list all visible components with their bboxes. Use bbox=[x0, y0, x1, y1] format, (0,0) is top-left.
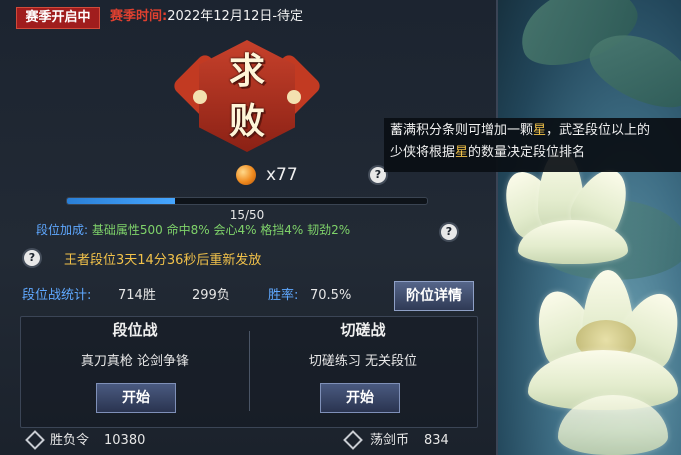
rank-bonus: 段位加成: 基础属性500 命中8% 会心4% 格挡4% 韧劲2% bbox=[36, 221, 350, 239]
sword-coin-icon bbox=[343, 430, 363, 450]
rank-emblem: 求 败 bbox=[171, 32, 323, 160]
victory-token-label: 胜负令 bbox=[50, 433, 90, 448]
season-time-label: 赛季时间: bbox=[110, 9, 168, 24]
tooltip-line-1: 蓄满积分条则可增加一颗星，武圣段位以上的 bbox=[390, 120, 675, 142]
rank-progress-bar bbox=[66, 197, 428, 205]
emblem-char-bottom: 败 bbox=[228, 100, 265, 142]
tooltip-line-1-a: 蓄满积分条则可增加一颗 bbox=[390, 123, 534, 138]
sparring-mode-desc: 切磋练习 无关段位 bbox=[308, 354, 418, 369]
winrate-label: 胜率: bbox=[268, 288, 299, 303]
emblem-char-top: 求 bbox=[228, 50, 265, 92]
season-time: 赛季时间:2022年12月12日-待定 bbox=[110, 7, 303, 27]
season-time-value: 2022年12月12日-待定 bbox=[167, 9, 304, 24]
sparring-mode-title: 切磋战 bbox=[340, 321, 386, 339]
reset-help-icon[interactable]: ? bbox=[24, 250, 40, 266]
ranked-start-button[interactable]: 开始 bbox=[96, 383, 176, 413]
sword-coin-label: 荡剑币 bbox=[370, 433, 410, 448]
star-tooltip: 蓄满积分条则可增加一颗星，武圣段位以上的 少侠将根据星的数量决定段位排名 bbox=[384, 118, 681, 172]
king-rank-reset-notice: 王者段位3天14分36秒后重新发放 bbox=[64, 253, 262, 268]
rank-bonus-label: 段位加成: bbox=[36, 223, 89, 237]
tooltip-line-2: 少侠将根据星的数量决定段位排名 bbox=[390, 142, 675, 164]
rank-progress-fill bbox=[67, 198, 175, 204]
victory-token-value: 10380 bbox=[104, 433, 146, 448]
rank-bonus-value: 基础属性500 命中8% 会心4% 格挡4% 韧劲2% bbox=[91, 223, 351, 237]
victory-token-icon bbox=[25, 430, 45, 450]
mode-divider bbox=[249, 331, 250, 411]
stats-wins: 714胜 bbox=[118, 288, 156, 303]
ranked-mode-desc: 真刀真枪 论剑争锋 bbox=[80, 354, 190, 369]
tooltip-line-1-b: ，武圣段位以上的 bbox=[546, 123, 651, 138]
tooltip-star-word-2: 星 bbox=[455, 145, 469, 160]
lotus-background bbox=[498, 0, 681, 455]
mode-selector: 段位战 真刀真枪 论剑争锋 开始 切磋战 切磋练习 无关段位 开始 bbox=[20, 316, 478, 428]
rank-detail-button[interactable]: 阶位详情 bbox=[394, 281, 474, 311]
season-status-badge: 赛季开启中 bbox=[16, 7, 100, 29]
stats-label: 段位战统计: bbox=[22, 288, 92, 303]
winrate-value: 70.5% bbox=[310, 288, 352, 303]
sword-coin-value: 834 bbox=[424, 433, 449, 448]
star-count: x77 bbox=[266, 165, 298, 185]
bonus-help-icon[interactable]: ? bbox=[441, 224, 457, 240]
ranked-mode-title: 段位战 bbox=[112, 321, 158, 339]
rank-progress-text: 15/50 bbox=[229, 208, 265, 222]
tooltip-line-2-a: 少侠将根据 bbox=[390, 145, 456, 160]
tooltip-star-word-1: 星 bbox=[533, 123, 547, 138]
ranked-panel: 赛季开启中 赛季时间:2022年12月12日-待定 求 败 x77 ? 15/5… bbox=[0, 0, 498, 455]
sparring-start-button[interactable]: 开始 bbox=[320, 383, 400, 413]
star-coin-icon bbox=[236, 165, 256, 185]
stats-losses: 299负 bbox=[192, 288, 230, 303]
tooltip-line-2-b: 的数量决定段位排名 bbox=[468, 145, 586, 160]
